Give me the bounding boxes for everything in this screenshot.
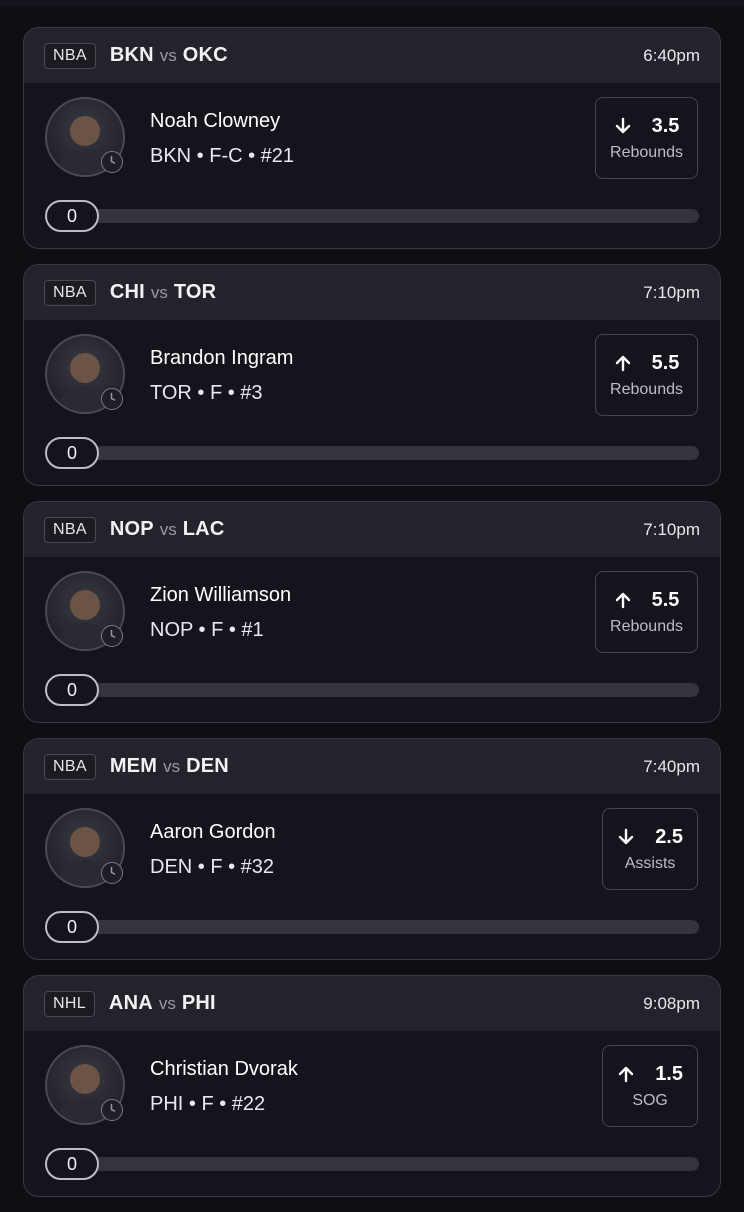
pick-card[interactable]: NBA BKN vs OKC 6:40pm Noah Clowney BKN •…: [23, 27, 721, 249]
game-header: NBA MEM vs DEN 7:40pm: [24, 739, 720, 794]
pick-stat: Rebounds: [610, 380, 683, 398]
progress-value: 0: [45, 200, 99, 232]
picks-list: NBA BKN vs OKC 6:40pm Noah Clowney BKN •…: [23, 27, 721, 1212]
clock-icon: [101, 862, 123, 884]
away-team: LAC: [182, 518, 225, 540]
player-name[interactable]: Aaron Gordon: [150, 821, 276, 844]
player-meta: PHI • F • #22: [150, 1093, 266, 1115]
clock-icon: [101, 625, 123, 647]
player-meta: TOR • F • #3: [150, 382, 263, 404]
home-team: NOP: [109, 518, 154, 540]
away-team: DEN: [186, 755, 229, 777]
home-team: MEM: [109, 755, 158, 777]
progress-bar: 0: [45, 437, 699, 469]
league-badge: NBA: [44, 516, 96, 543]
progress-track: [65, 446, 699, 460]
game-time: 6:40pm: [643, 45, 700, 65]
player-meta: BKN • F-C • #21: [150, 145, 295, 167]
pick-line-box[interactable]: 5.5 Rebounds: [595, 571, 698, 653]
vs-label: vs: [163, 756, 181, 776]
pick-line-box[interactable]: 2.5 Assists: [602, 808, 698, 890]
player-name[interactable]: Noah Clowney: [150, 110, 280, 133]
pick-stat: Rebounds: [610, 617, 683, 635]
pick-line-box[interactable]: 1.5 SOG: [602, 1045, 698, 1127]
progress-bar: 0: [45, 1148, 699, 1180]
pick-line-value: 2.5: [655, 825, 683, 848]
pick-body: Zion Williamson NOP • F • #1 5.5 Rebound…: [24, 557, 720, 722]
pick-card[interactable]: NBA NOP vs LAC 7:10pm Zion Williamson NO…: [23, 501, 721, 723]
progress-bar: 0: [45, 674, 699, 706]
clock-icon: [101, 151, 123, 173]
arrow-down-icon: [614, 117, 642, 135]
top-bar: [0, 0, 744, 6]
pick-body: Christian Dvorak PHI • F • #22 1.5 SOG 0: [24, 1031, 720, 1196]
game-header: NBA BKN vs OKC 6:40pm: [24, 28, 720, 83]
pick-card[interactable]: NHL ANA vs PHI 9:08pm Christian Dvorak P…: [23, 975, 721, 1197]
progress-bar: 0: [45, 911, 699, 943]
pick-body: Noah Clowney BKN • F-C • #21 3.5 Rebound…: [24, 83, 720, 248]
away-team: PHI: [181, 992, 216, 1014]
league-badge: NHL: [44, 990, 95, 1017]
progress-value: 0: [45, 911, 99, 943]
clock-icon: [101, 388, 123, 410]
arrow-up-icon: [614, 354, 642, 372]
game-time: 7:40pm: [643, 756, 700, 776]
progress-value: 0: [45, 674, 99, 706]
game-header: NHL ANA vs PHI 9:08pm: [24, 976, 720, 1031]
game-header: NBA CHI vs TOR 7:10pm: [24, 265, 720, 320]
home-team: CHI: [109, 281, 145, 303]
pick-line-value: 1.5: [655, 1062, 683, 1085]
progress-value: 0: [45, 1148, 99, 1180]
game-time: 9:08pm: [643, 993, 700, 1013]
progress-value: 0: [45, 437, 99, 469]
pick-stat: SOG: [632, 1091, 668, 1109]
vs-label: vs: [159, 519, 177, 539]
pick-line-box[interactable]: 5.5 Rebounds: [595, 334, 698, 416]
pick-line-value: 3.5: [651, 114, 680, 137]
pick-body: Aaron Gordon DEN • F • #32 2.5 Assists 0: [24, 794, 720, 959]
home-team: BKN: [109, 44, 154, 66]
pick-body: Brandon Ingram TOR • F • #3 5.5 Rebounds…: [24, 320, 720, 485]
player-name[interactable]: Zion Williamson: [150, 584, 291, 607]
pick-line-box[interactable]: 3.5 Rebounds: [595, 97, 698, 179]
game-time: 7:10pm: [643, 519, 700, 539]
pick-stat: Rebounds: [610, 143, 683, 161]
vs-label: vs: [159, 45, 177, 65]
away-team: OKC: [182, 44, 228, 66]
arrow-up-icon: [617, 1065, 645, 1083]
player-name[interactable]: Brandon Ingram: [150, 347, 293, 370]
pick-stat: Assists: [624, 854, 676, 872]
home-team: ANA: [108, 992, 153, 1014]
progress-track: [65, 683, 699, 697]
league-badge: NBA: [44, 279, 96, 306]
player-name[interactable]: Christian Dvorak: [150, 1058, 298, 1081]
progress-track: [65, 1157, 699, 1171]
game-header: NBA NOP vs LAC 7:10pm: [24, 502, 720, 557]
clock-icon: [101, 1099, 123, 1121]
pick-line-value: 5.5: [651, 351, 680, 374]
away-team: TOR: [173, 281, 217, 303]
pick-line-value: 5.5: [651, 588, 680, 611]
pick-card[interactable]: NBA CHI vs TOR 7:10pm Brandon Ingram TOR…: [23, 264, 721, 486]
arrow-down-icon: [617, 828, 645, 846]
pick-card[interactable]: NBA MEM vs DEN 7:40pm Aaron Gordon DEN •…: [23, 738, 721, 960]
player-meta: NOP • F • #1: [150, 619, 264, 641]
league-badge: NBA: [44, 42, 96, 69]
progress-bar: 0: [45, 200, 699, 232]
player-meta: DEN • F • #32: [150, 856, 275, 878]
game-time: 7:10pm: [643, 282, 700, 302]
progress-track: [65, 209, 699, 223]
arrow-up-icon: [614, 591, 642, 609]
vs-label: vs: [158, 993, 176, 1013]
vs-label: vs: [150, 282, 168, 302]
league-badge: NBA: [44, 753, 96, 780]
progress-track: [65, 920, 699, 934]
